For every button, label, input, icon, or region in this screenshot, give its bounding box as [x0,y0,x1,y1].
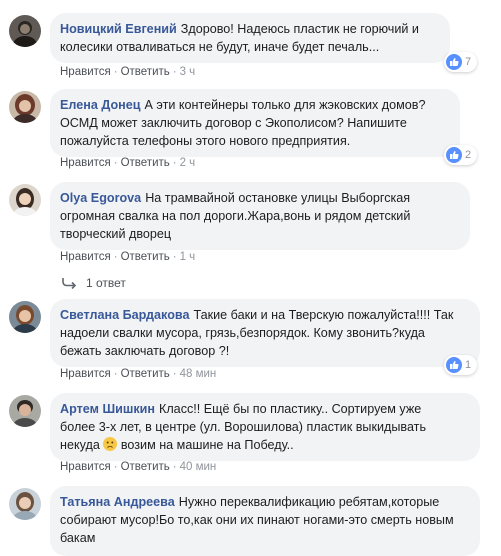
reply-link[interactable]: Ответить [121,66,170,78]
avatar[interactable] [9,395,41,427]
comment-text: более 3-х лет, в центре (ул. Ворошилова)… [60,420,427,434]
timestamp[interactable]: 3 ч [180,66,196,78]
comment-bubble: Светлана Бардакова Такие баки и на Тверск… [50,299,480,367]
avatar[interactable] [9,15,41,47]
comment-actions: Нравится · Ответить · 1 ч [60,251,196,263]
avatar[interactable] [9,91,41,123]
comment-bubble: Olya Egorova На трамвайной остановке улиц… [50,182,470,250]
like-link[interactable]: Нравится [60,461,111,473]
comment-author-link[interactable]: Елена Донец [60,98,141,112]
comment-actions: Нравится · Ответить · 3 ч [60,66,196,78]
avatar[interactable] [9,488,41,520]
comment-text: надоели свалки мусора, грязь,безпорядок.… [60,326,425,340]
timestamp[interactable]: 40 мин [180,461,217,473]
reaction-number: 7 [465,56,472,68]
avatar[interactable] [9,301,41,333]
comment-author-link[interactable]: Татьяна Андреева [60,495,175,509]
view-replies-link[interactable]: 1 ответ [62,276,126,290]
like-icon [446,54,462,70]
comment-text: пожалуйста телефоны этого нового предпри… [60,134,351,148]
like-icon [446,357,462,373]
worried-face-icon [103,437,118,451]
like-icon [446,147,462,163]
comment-bubble: Артем Шишкин Класс!! Ещё бы по пластику..… [50,393,480,461]
comment-text: колесики отваливаться не будут, иначе бу… [60,40,380,54]
comment-actions: Нравится · Ответить · 48 мин [60,368,217,380]
reply-link[interactable]: Ответить [121,461,170,473]
like-link[interactable]: Нравится [60,368,111,380]
comment-text: творческий дворец [60,227,172,241]
timestamp[interactable]: 1 ч [180,251,196,263]
avatar[interactable] [9,184,41,216]
comment-bubble: Татьяна Андреева Нужно переквалификацию р… [50,486,480,556]
comment-text: некуда [60,438,100,452]
comment-text: собирают мусор!Бо то,как они их пинают н… [60,513,454,527]
timestamp[interactable]: 2 ч [180,157,196,169]
comment-text: Такие баки и на Тверскую пожалуйста!!!! … [193,308,454,322]
comment-text: возим на машине на Победу.. [120,438,294,452]
comment-bubble: Елена Донец А эти контейнеры только для ж… [50,89,460,157]
comment-author-link[interactable]: Olya Egorova [60,191,141,205]
reaction-count[interactable]: 2 [444,145,478,165]
reply-link[interactable]: Ответить [121,368,170,380]
comment-author-link[interactable]: Артем Шишкин [60,402,155,416]
comment-text: бежать заключать договор ?! [60,344,230,358]
comment-author-link[interactable]: Светлана Бардакова [60,308,189,322]
comment-text: А эти контейнеры только для жэковских до… [144,98,426,112]
reaction-count[interactable]: 1 [444,355,478,375]
reply-link[interactable]: Ответить [121,251,170,263]
comment-text: На трамвайной остановке улицы Выборгская [145,191,411,205]
reaction-count[interactable]: 7 [444,52,478,72]
comment-text: ОСМД может заключить договор с Экополисо… [60,116,407,130]
like-link[interactable]: Нравится [60,157,111,169]
like-link[interactable]: Нравится [60,66,111,78]
comment-actions: Нравится · Ответить · 2 ч [60,157,196,169]
reply-link[interactable]: Ответить [121,157,170,169]
comment-bubble: Новицкий Евгений Здорово! Надеюсь пластик… [50,13,450,63]
timestamp[interactable]: 48 мин [180,368,217,380]
comment-text: Здорово! Надеюсь пластик не горючий и [180,22,419,36]
reply-arrow-icon [62,278,77,289]
comment-text: Нужно переквалификацию ребятам,которые [178,495,440,509]
comment-text: Класс!! Ещё бы по пластику.. Сортируем у… [159,402,422,416]
reaction-number: 1 [465,359,472,371]
reaction-number: 2 [465,149,472,161]
comment-actions: Нравится · Ответить · 40 мин [60,461,217,473]
replies-count[interactable]: 1 ответ [86,276,126,290]
comment-author-link[interactable]: Новицкий Евгений [60,22,177,36]
comment-text: огромная свалка на пол дороги.Жара,вонь … [60,209,411,223]
like-link[interactable]: Нравится [60,251,111,263]
